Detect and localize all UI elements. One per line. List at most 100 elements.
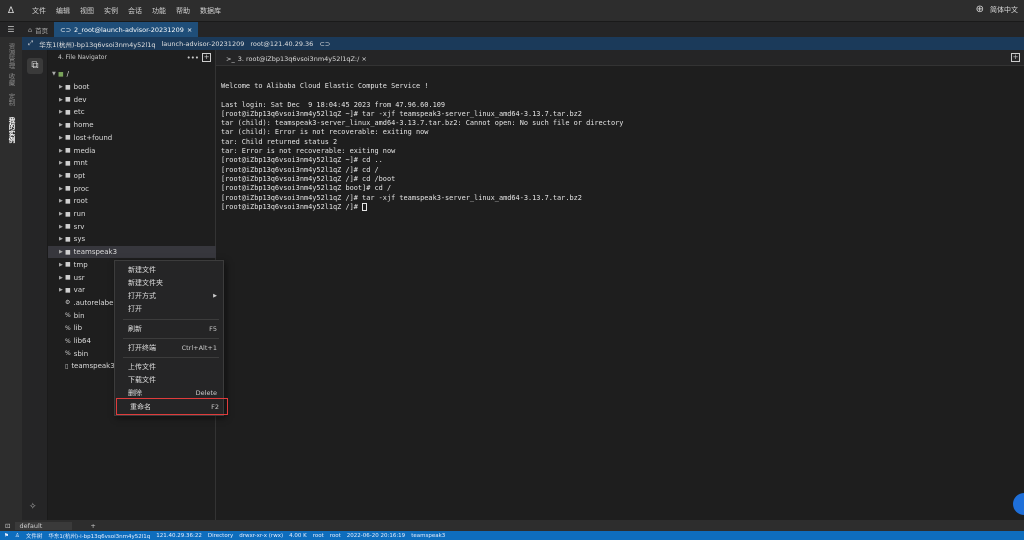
menu-help[interactable]: 帮助 <box>176 6 190 16</box>
panel-toolbar: ⧉ ✧ <box>22 50 48 520</box>
tree-item[interactable]: ▶ ■ home <box>59 119 94 132</box>
tree-item[interactable]: ⚙ .autorelabel <box>59 297 115 310</box>
menu-instance[interactable]: 实例 <box>104 6 118 16</box>
tree-item-label: etc <box>73 108 85 117</box>
menu-item-new-folder[interactable]: 新建文件夹 <box>115 277 225 288</box>
terminal-line: tar (child): teamspeak3-server_linux_amd… <box>221 119 624 128</box>
folder-icon: ■ <box>65 223 71 231</box>
status-group: root <box>329 532 341 539</box>
tree-item[interactable]: ▶ ■ boot <box>59 81 89 94</box>
tree-item[interactable]: ▶ ■ lost+found <box>59 132 112 145</box>
tree-item[interactable]: % bin <box>59 309 85 322</box>
tree-item-label: / <box>66 70 70 79</box>
tab-terminal[interactable]: >_ 3. root@iZbp13q6vsoi3nm4y52l1qZ:/ × <box>222 52 371 65</box>
tree-item[interactable]: ▶ ■ tmp <box>59 259 88 272</box>
menu-item-upload[interactable]: 上传文件 <box>115 361 225 372</box>
menu-file[interactable]: 文件 <box>32 6 46 16</box>
tree-item[interactable]: ▶ ■ sys <box>59 233 85 246</box>
menu-shortcut: F2 <box>211 402 219 411</box>
menu-session[interactable]: 会话 <box>128 6 142 16</box>
close-icon[interactable]: × <box>361 55 366 63</box>
tree-item[interactable]: ▶ ■ proc <box>59 182 89 195</box>
archive-file-icon: ▯ <box>65 362 69 370</box>
expand-icon[interactable]: ⤢ <box>28 39 33 48</box>
activity-resource[interactable]: 资源管理 <box>6 43 16 69</box>
folder-icon: ■ <box>65 197 71 205</box>
user-icon: ♙ <box>14 532 20 539</box>
folder-icon: ■ <box>65 210 71 218</box>
tree-item[interactable]: ▶ ■ usr <box>59 271 85 284</box>
tree-item[interactable]: ▶ ■ srv <box>59 220 84 233</box>
menu-item-open[interactable]: 打开 <box>115 303 225 314</box>
tree-item-label: bin <box>73 311 85 320</box>
menu-item-label: 刷新 <box>128 324 142 333</box>
terminal-line: [root@iZbp13q6vsoi3nm4y52l1qZ /]# tar -x… <box>221 193 582 202</box>
menu-view[interactable]: 视图 <box>80 6 94 16</box>
tree-item-label: media <box>73 146 96 155</box>
terminal-output[interactable]: Welcome to Alibaba Cloud Elastic Compute… <box>216 66 1024 520</box>
submenu-arrow-icon: ▶ <box>213 292 217 299</box>
folder-icon: ■ <box>65 108 71 116</box>
menu-edit[interactable]: 编辑 <box>56 6 70 16</box>
tree-item[interactable]: ▶ ■ opt <box>59 170 85 183</box>
menu-item-label: 上传文件 <box>128 362 156 371</box>
folder-icon: ■ <box>65 83 71 91</box>
status-ip: 121.40.29.36:22 <box>156 532 202 539</box>
pin-icon[interactable]: ✧ <box>29 502 37 512</box>
terminal-cursor <box>362 202 368 211</box>
add-circle-icon[interactable]: ⊕ <box>976 4 984 15</box>
menu-item-label: 新建文件 <box>128 265 156 274</box>
tree-item[interactable]: % sbin <box>59 347 88 360</box>
tree-item-label: lib64 <box>73 337 91 346</box>
tree-item[interactable]: % lib64 <box>59 335 91 348</box>
folder-icon: ■ <box>65 96 71 104</box>
menu-item-refresh[interactable]: 刷新 F5 <box>115 323 225 334</box>
folder-icon: ■ <box>65 159 71 167</box>
tree-item[interactable]: ▯ teamspeak3 <box>59 360 115 373</box>
close-icon[interactable]: × <box>187 26 192 34</box>
tree-root[interactable]: ▼ ■ / <box>52 68 69 81</box>
menu-item-open-with[interactable]: 打开方式 ▶ <box>115 290 225 301</box>
tab-session[interactable]: ⊂⊃ 2_root@launch-advisor-20231209 × <box>54 22 199 37</box>
language-label: 简体中文 <box>990 5 1018 14</box>
activity-my-instances[interactable]: 我的实例 <box>6 117 16 143</box>
tree-item-label: .autorelabel <box>73 298 116 307</box>
add-panel-icon[interactable]: + <box>202 53 211 62</box>
tree-item[interactable]: % lib <box>59 322 82 335</box>
menu-item-delete[interactable]: 删除 Delete <box>115 387 225 398</box>
menu-database[interactable]: 数据库 <box>200 6 221 16</box>
tree-item[interactable]: ▶ ■ run <box>59 208 85 221</box>
add-terminal-icon[interactable]: + <box>1011 53 1020 62</box>
language-selector[interactable]: ⊕ 简体中文 <box>976 4 1018 15</box>
activity-favorites[interactable]: 收藏 <box>6 73 16 86</box>
menu-item-rename[interactable]: 重命名 F2 <box>116 398 228 415</box>
session-tab-default[interactable]: default <box>15 521 73 530</box>
tree-item[interactable]: ▶ ■ media <box>59 144 95 157</box>
menu-function[interactable]: 功能 <box>152 6 166 16</box>
terminal-line: [root@iZbp13q6vsoi3nm4y52l1qZ /]# cd /bo… <box>221 174 396 183</box>
terminal-tab-bar: >_ 3. root@iZbp13q6vsoi3nm4y52l1qZ:/ × + <box>216 50 1024 66</box>
menu-separator <box>123 357 219 358</box>
tree-item[interactable]: ▶ ■ mnt <box>59 157 88 170</box>
add-session-icon[interactable]: + <box>90 522 95 530</box>
menu-item-new-file[interactable]: 新建文件 <box>115 264 225 275</box>
tree-item[interactable]: ▶ ■ dev <box>59 93 87 106</box>
activity-custom[interactable]: 定制 <box>6 93 16 106</box>
menu-item-label: 打开终端 <box>128 343 156 352</box>
terminal-line: [root@iZbp13q6vsoi3nm4y52l1qZ boot]# cd … <box>221 184 392 193</box>
tab-home[interactable]: ⌂ 首页 <box>22 22 54 37</box>
menu-item-open-terminal[interactable]: 打开终端 Ctrl+Alt+1 <box>115 342 225 353</box>
session-bar: ⊡ default + <box>0 520 1024 531</box>
copy-icon[interactable]: ⧉ <box>27 58 43 74</box>
tree-item[interactable]: ▶ ■ teamspeak3 <box>48 245 216 259</box>
tree-item[interactable]: ▶ ■ root <box>59 195 88 208</box>
tree-item[interactable]: ▶ ■ var <box>59 284 85 297</box>
more-icon[interactable]: ••• <box>187 54 199 62</box>
menu-shortcut: F5 <box>209 324 217 333</box>
symlink-icon: % <box>65 337 71 345</box>
tree-item[interactable]: ▶ ■ etc <box>59 106 85 119</box>
hamburger-icon[interactable]: ☰ <box>0 25 22 34</box>
menu-item-download[interactable]: 下载文件 <box>115 374 225 385</box>
tab-session-label: 2_root@launch-advisor-20231209 <box>74 25 184 34</box>
menu-item-label: 新建文件夹 <box>128 278 163 287</box>
